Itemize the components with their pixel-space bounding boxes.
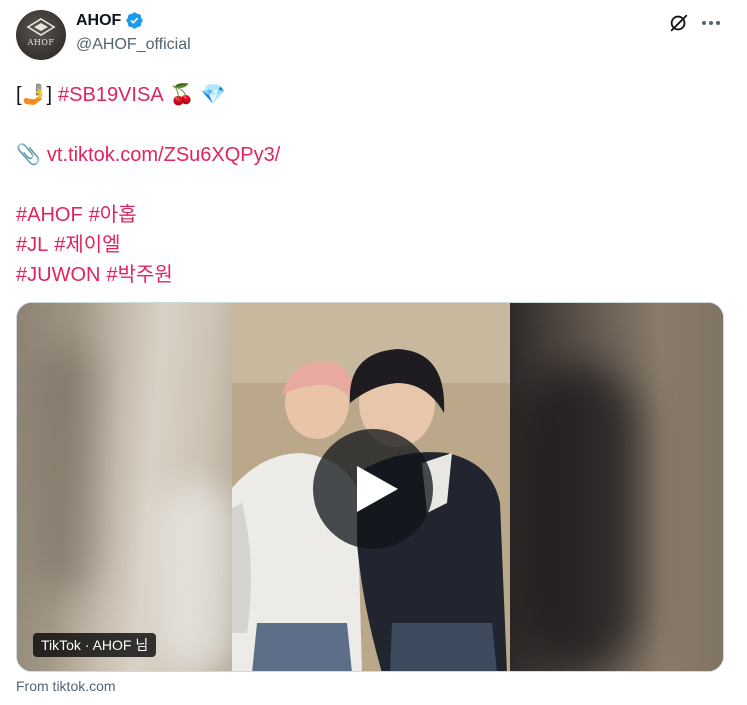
author-display-name[interactable]: AHOF bbox=[76, 12, 121, 30]
author-name-row: AHOF bbox=[76, 11, 144, 30]
gem-emoji: 💎 bbox=[200, 84, 226, 106]
card-source-text[interactable]: From tiktok.com bbox=[16, 678, 116, 694]
author-handle[interactable]: @AHOF_official bbox=[76, 36, 191, 54]
grok-icon[interactable] bbox=[668, 12, 690, 34]
tweet-line-link: 📎 vt.tiktok.com/ZSu6XQPy3/ bbox=[16, 140, 716, 170]
tweet-line-tags-2: #JL #제이엘 bbox=[16, 230, 716, 260]
video-source-label: TikTok · AHOF 님 bbox=[33, 633, 157, 657]
tweet-line-1: [ 🤳 ] #SB19VISA 🍒 💎 bbox=[16, 80, 716, 110]
more-options-icon[interactable] bbox=[699, 12, 723, 34]
avatar[interactable]: AHOF bbox=[16, 10, 66, 60]
selfie-emoji: 🤳 bbox=[21, 84, 47, 106]
hashtag-juwon[interactable]: #JUWON bbox=[16, 260, 100, 290]
video-card[interactable]: TikTok · AHOF 님 bbox=[16, 302, 724, 672]
tweet-text: [ 🤳 ] #SB19VISA 🍒 💎 📎 vt.tiktok.com/ZSu6… bbox=[16, 80, 716, 290]
ahof-logo-icon bbox=[26, 17, 56, 36]
tweet-line-tags-1: #AHOF #아홉 bbox=[16, 200, 716, 230]
verified-badge-icon bbox=[126, 12, 143, 29]
paperclip-icon: 📎 bbox=[16, 144, 41, 166]
hashtag-jl-kr[interactable]: #제이엘 bbox=[54, 230, 120, 260]
hashtag-ahof[interactable]: #AHOF bbox=[16, 200, 83, 230]
bracket-close: ] bbox=[46, 84, 53, 106]
cherry-emoji: 🍒 bbox=[169, 84, 195, 106]
video-blur-right bbox=[510, 303, 723, 671]
tiktok-link[interactable]: vt.tiktok.com/ZSu6XQPy3/ bbox=[47, 140, 280, 170]
hashtag-ahof-kr[interactable]: #아홉 bbox=[89, 200, 137, 230]
avatar-logo-text: AHOF bbox=[27, 37, 55, 47]
play-icon bbox=[357, 466, 398, 512]
tweet: AHOF AHOF @AHOF_official [ 🤳 ] #SB19VISA… bbox=[0, 0, 747, 705]
play-button[interactable] bbox=[313, 429, 433, 549]
tweet-line-tags-3: #JUWON #박주원 bbox=[16, 260, 716, 290]
hashtag-jl[interactable]: #JL bbox=[16, 230, 48, 260]
hashtag-sb19visa[interactable]: #SB19VISA bbox=[58, 80, 164, 110]
hashtag-juwon-kr[interactable]: #박주원 bbox=[106, 260, 172, 290]
video-blur-left bbox=[17, 303, 237, 671]
